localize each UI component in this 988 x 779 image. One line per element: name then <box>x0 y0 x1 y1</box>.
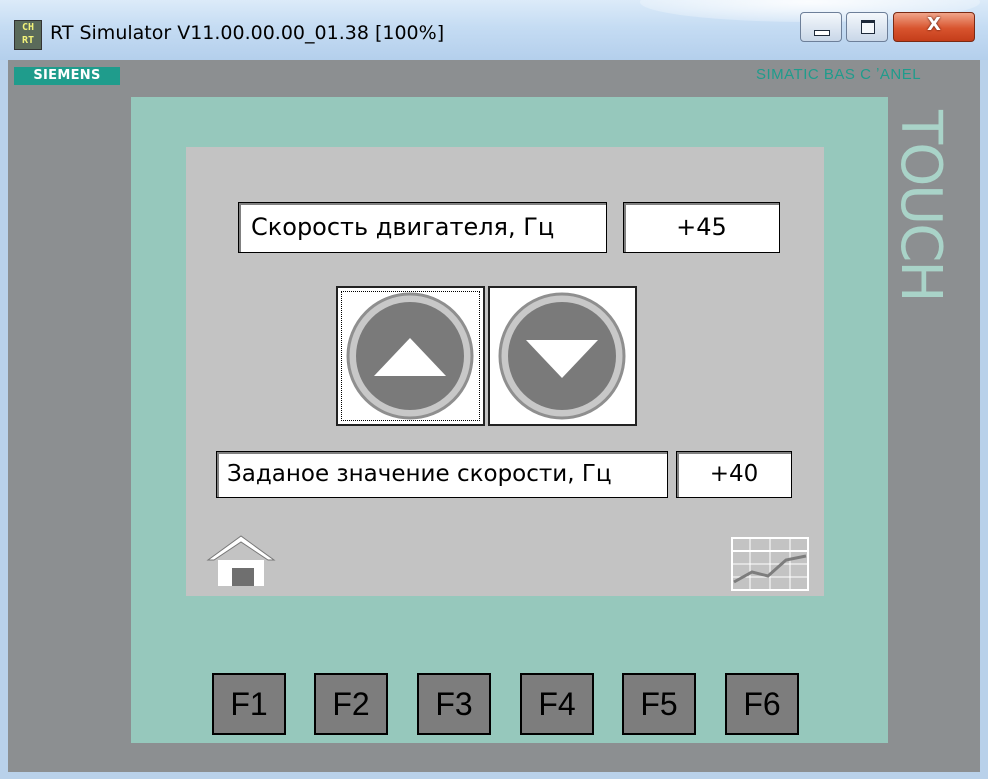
function-key-f1[interactable]: F1 <box>212 673 286 735</box>
app-icon[interactable]: CH RT <box>14 20 42 50</box>
arrow-down-icon <box>498 292 626 420</box>
function-key-f3[interactable]: F3 <box>417 673 491 735</box>
setpoint-value: +40 <box>676 451 792 498</box>
simulator-window: CH RT RT Simulator V11.00.00.00_01.38 [1… <box>0 0 988 779</box>
maximize-button[interactable] <box>846 12 888 42</box>
panel-model-label: SIMATIC BAS C ʼANEL <box>756 66 922 83</box>
home-icon[interactable] <box>202 530 280 590</box>
minimize-icon <box>814 30 830 36</box>
close-icon: X <box>927 14 941 35</box>
title-bar[interactable]: CH RT RT Simulator V11.00.00.00_01.38 [1… <box>0 0 988 60</box>
motor-speed-label: Скорость двигателя, Гц <box>238 202 607 253</box>
increase-speed-button[interactable] <box>336 286 485 426</box>
window-title: RT Simulator V11.00.00.00_01.38 [100%] <box>50 22 445 44</box>
function-key-f2[interactable]: F2 <box>314 673 388 735</box>
close-button[interactable]: X <box>893 12 975 42</box>
arrow-up-icon <box>346 292 474 420</box>
maximize-icon <box>861 20 875 34</box>
touch-label: TOUCH <box>888 110 953 301</box>
minimize-button[interactable] <box>800 12 842 42</box>
function-key-f6[interactable]: F6 <box>725 673 799 735</box>
function-key-f5[interactable]: F5 <box>622 673 696 735</box>
decrease-speed-button[interactable] <box>488 286 637 426</box>
motor-speed-value: +45 <box>623 202 780 253</box>
function-key-f4[interactable]: F4 <box>520 673 594 735</box>
siemens-logo: SIEMENS <box>14 67 120 85</box>
trend-view-icon[interactable] <box>730 536 810 592</box>
setpoint-label: Заданое значение скорости, Гц <box>216 451 668 498</box>
